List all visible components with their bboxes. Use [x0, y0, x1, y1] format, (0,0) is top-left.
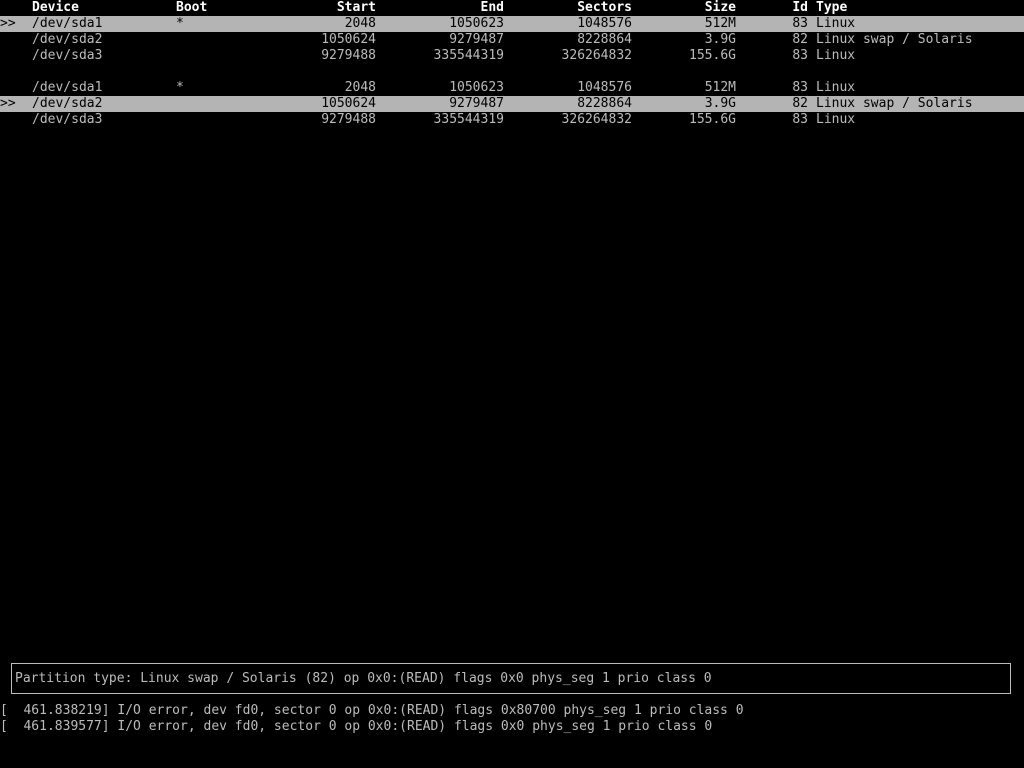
- row-device: /dev/sda2: [32, 32, 103, 47]
- row-boot-flag: *: [176, 80, 184, 95]
- partition-row-sda3[interactable]: /dev/sda3 9279488 335544319 326264832 15…: [0, 48, 1024, 64]
- row-id: 83: [792, 112, 808, 127]
- row-device: /dev/sda1: [32, 80, 103, 95]
- header-device: Device: [32, 0, 79, 15]
- row-type: Linux: [816, 80, 856, 95]
- row-sectors: 8228864: [577, 32, 632, 47]
- row-start: 1050624: [321, 32, 376, 47]
- row-end: 9279487: [449, 32, 504, 47]
- row-type: Linux: [816, 48, 856, 63]
- row-size: 155.6G: [689, 48, 736, 63]
- row-device: /dev/sda3: [32, 112, 103, 127]
- header-id: Id: [792, 0, 808, 15]
- row-sectors: 326264832: [561, 112, 632, 127]
- row-device: /dev/sda2: [32, 96, 103, 111]
- table-header: Device Boot Start End Sectors Size Id Ty…: [0, 0, 1024, 16]
- row-device: /dev/sda3: [32, 48, 103, 63]
- row-device: /dev/sda1: [32, 16, 103, 31]
- row-id: 83: [792, 16, 808, 31]
- partition-info-text: Partition type: Linux swap / Solaris (82…: [15, 671, 712, 686]
- row-size: 3.9G: [704, 96, 736, 111]
- kernel-log-line: [ 461.839577] I/O error, dev fd0, sector…: [0, 719, 713, 734]
- kernel-log-line: [ 461.838219] I/O error, dev fd0, sector…: [0, 703, 744, 718]
- partition-row-sda2[interactable]: >> /dev/sda2 1050624 9279487 8228864 3.9…: [0, 96, 1024, 112]
- row-size: 512M: [704, 80, 736, 95]
- row-size: 512M: [704, 16, 736, 31]
- row-end: 1050623: [449, 80, 504, 95]
- row-end: 335544319: [433, 112, 504, 127]
- row-size: 155.6G: [689, 112, 736, 127]
- row-id: 83: [792, 48, 808, 63]
- row-sectors: 8228864: [577, 96, 632, 111]
- row-end: 9279487: [449, 96, 504, 111]
- row-start: 2048: [344, 80, 376, 95]
- header-start: Start: [336, 0, 376, 15]
- row-type: Linux swap / Solaris: [816, 32, 973, 47]
- row-start: 9279488: [321, 48, 376, 63]
- partition-row-sda2[interactable]: /dev/sda2 1050624 9279487 8228864 3.9G 8…: [0, 32, 1024, 48]
- row-start: 1050624: [321, 96, 376, 111]
- row-sectors: 326264832: [561, 48, 632, 63]
- header-size: Size: [704, 0, 736, 15]
- row-pointer: >>: [0, 96, 16, 111]
- row-type: Linux: [816, 112, 856, 127]
- row-type: Linux: [816, 16, 856, 31]
- partition-info-box: Partition type: Linux swap / Solaris (82…: [11, 663, 1011, 694]
- header-end: End: [480, 0, 504, 15]
- row-type: Linux swap / Solaris: [816, 96, 973, 111]
- row-size: 3.9G: [704, 32, 736, 47]
- header-boot: Boot: [176, 0, 208, 15]
- row-start: 9279488: [321, 112, 376, 127]
- row-end: 335544319: [433, 48, 504, 63]
- row-id: 82: [792, 32, 808, 47]
- row-boot-flag: *: [176, 16, 184, 31]
- header-type: Type: [816, 0, 848, 15]
- partition-row-sda3[interactable]: /dev/sda3 9279488 335544319 326264832 15…: [0, 112, 1024, 128]
- row-sectors: 1048576: [577, 16, 632, 31]
- row-pointer: >>: [0, 16, 16, 31]
- header-sectors: Sectors: [577, 0, 632, 15]
- partition-row-sda1[interactable]: /dev/sda1 * 2048 1050623 1048576 512M 83…: [0, 80, 1024, 96]
- row-id: 82: [792, 96, 808, 111]
- row-sectors: 1048576: [577, 80, 632, 95]
- row-end: 1050623: [449, 16, 504, 31]
- row-id: 83: [792, 80, 808, 95]
- partition-row-sda1[interactable]: >> /dev/sda1 * 2048 1050623 1048576 512M…: [0, 16, 1024, 32]
- row-start: 2048: [344, 16, 376, 31]
